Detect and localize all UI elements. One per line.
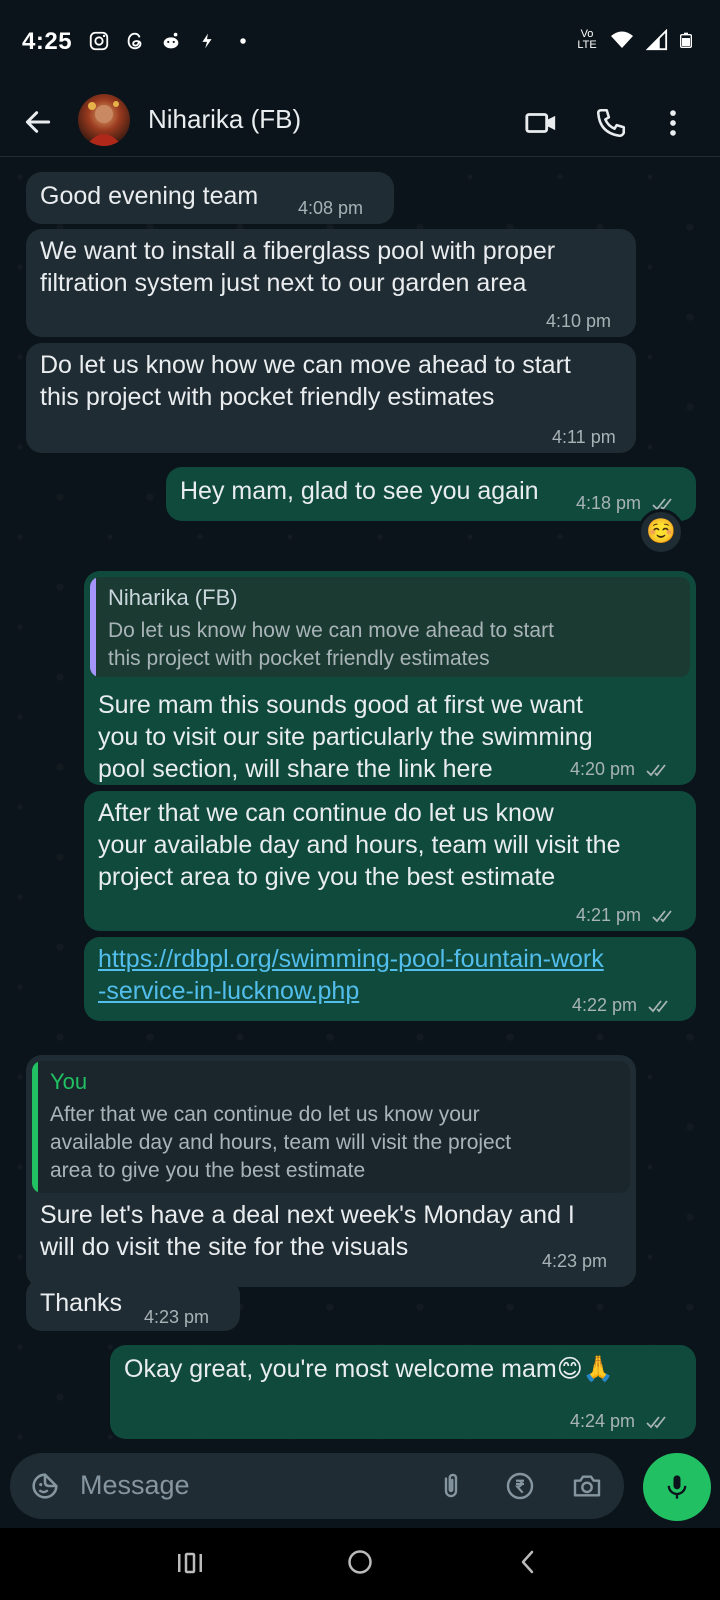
message-text: Sure let's have a deal next week's Monda… bbox=[40, 1201, 575, 1261]
message-time: 4:10 pm bbox=[546, 311, 612, 331]
message-outgoing[interactable]: Okay great, you're most welcome mam😊🙏 4:… bbox=[110, 1345, 696, 1439]
voice-message-button[interactable] bbox=[643, 1453, 711, 1521]
quote-bar bbox=[32, 1061, 38, 1193]
system-navigation-bar bbox=[0, 1528, 720, 1600]
contact-name[interactable]: Niharika (FB) bbox=[148, 104, 301, 135]
message-text: Good evening team bbox=[40, 182, 259, 210]
double-check-icon bbox=[648, 1000, 668, 1013]
quote-text: After that we can continue do let us kno… bbox=[50, 1103, 512, 1182]
message-outgoing[interactable]: https://rdbpl.org/swimming-pool-fountain… bbox=[84, 937, 696, 1021]
chat-header: Niharika (FB) bbox=[0, 88, 720, 157]
message-text: We want to install a fiberglass pool wit… bbox=[40, 237, 556, 297]
microphone-icon bbox=[667, 1475, 687, 1499]
message-incoming[interactable]: We want to install a fiberglass pool wit… bbox=[26, 229, 636, 337]
more-options-icon[interactable] bbox=[656, 106, 690, 140]
message-link[interactable]: https://rdbpl.org/swimming-pool-fountain… bbox=[98, 943, 604, 1007]
recent-apps-icon[interactable] bbox=[176, 1550, 204, 1576]
sticker-emoji-icon[interactable] bbox=[28, 1469, 62, 1503]
message-incoming[interactable]: You After that we can continue do let us… bbox=[26, 1055, 636, 1287]
threads-icon bbox=[127, 32, 142, 50]
chat-area[interactable]: Good evening team 4:08 pm We want to ins… bbox=[0, 157, 720, 1449]
home-icon[interactable] bbox=[346, 1548, 374, 1576]
message-time: 4:20 pm bbox=[570, 759, 636, 779]
message-text: After that we can continue do let us kno… bbox=[98, 799, 621, 891]
message-incoming[interactable]: Thanks 4:23 pm bbox=[26, 1279, 240, 1331]
message-meta: 4:20 pm bbox=[570, 759, 670, 780]
voice-call-icon[interactable] bbox=[594, 106, 628, 140]
flash-icon bbox=[202, 33, 212, 49]
message-reaction[interactable]: ☺️ bbox=[638, 509, 684, 555]
message-time: 4:23 pm bbox=[144, 1307, 210, 1327]
message-incoming[interactable]: Do let us know how we can move ahead to … bbox=[26, 343, 636, 453]
message-text: Okay great, you're most welcome mam😊🙏 bbox=[124, 1355, 614, 1383]
cellular-signal-icon bbox=[646, 29, 668, 51]
message-outgoing[interactable]: Niharika (FB) Do let us know how we can … bbox=[84, 571, 696, 785]
message-text: Sure mam this sounds good at first we wa… bbox=[98, 691, 593, 783]
back-arrow-icon[interactable] bbox=[22, 106, 54, 138]
message-incoming[interactable]: Good evening team 4:08 pm bbox=[26, 172, 394, 224]
camera-icon[interactable] bbox=[570, 1470, 604, 1502]
message-time: 4:24 pm bbox=[570, 1411, 636, 1431]
message-input[interactable]: Message bbox=[80, 1470, 190, 1501]
more-notifications-dot-icon bbox=[240, 38, 246, 44]
instagram-icon bbox=[89, 31, 109, 51]
contact-avatar[interactable] bbox=[78, 94, 130, 146]
notification-icons bbox=[88, 30, 254, 52]
quoted-message[interactable]: You After that we can continue do let us… bbox=[32, 1061, 630, 1193]
message-meta: 4:24 pm bbox=[570, 1411, 670, 1432]
double-check-icon bbox=[652, 910, 672, 923]
status-time: 4:25 bbox=[22, 28, 73, 55]
message-text: Do let us know how we can move ahead to … bbox=[40, 351, 571, 411]
quote-author: Niharika (FB) bbox=[108, 585, 238, 610]
message-time: 4:21 pm bbox=[576, 905, 642, 925]
quote-text: Do let us know how we can move ahead to … bbox=[108, 619, 554, 670]
system-icons: Vo LTE bbox=[576, 28, 694, 52]
quoted-message[interactable]: Niharika (FB) Do let us know how we can … bbox=[90, 577, 690, 677]
quote-author: You bbox=[50, 1069, 88, 1094]
message-outgoing[interactable]: Hey mam, glad to see you again 4:18 pm bbox=[166, 467, 696, 521]
message-meta: 4:21 pm bbox=[576, 905, 676, 926]
battery-icon bbox=[680, 32, 692, 48]
message-time: 4:11 pm bbox=[552, 427, 616, 447]
message-time: 4:18 pm bbox=[576, 493, 642, 513]
message-composer[interactable]: Message bbox=[10, 1453, 624, 1519]
message-time: 4:22 pm bbox=[572, 995, 638, 1015]
message-time: 4:08 pm bbox=[298, 198, 364, 218]
back-nav-icon[interactable] bbox=[516, 1548, 540, 1576]
attach-icon[interactable] bbox=[436, 1471, 466, 1501]
rupee-payment-icon[interactable] bbox=[504, 1470, 536, 1502]
status-bar: 4:25 Vo LTE bbox=[0, 0, 720, 88]
quote-bar bbox=[90, 577, 96, 677]
double-check-icon bbox=[646, 764, 666, 777]
volte-label: Vo LTE bbox=[577, 28, 597, 51]
message-outgoing[interactable]: After that we can continue do let us kno… bbox=[84, 791, 696, 931]
message-text: Thanks bbox=[40, 1289, 122, 1317]
message-time: 4:23 pm bbox=[542, 1251, 608, 1271]
video-call-icon[interactable] bbox=[524, 106, 558, 140]
wifi-icon bbox=[611, 31, 633, 48]
reddit-icon bbox=[163, 32, 179, 49]
message-text: Hey mam, glad to see you again bbox=[180, 477, 539, 505]
message-meta: 4:22 pm bbox=[572, 995, 672, 1016]
double-check-icon bbox=[646, 1416, 666, 1429]
